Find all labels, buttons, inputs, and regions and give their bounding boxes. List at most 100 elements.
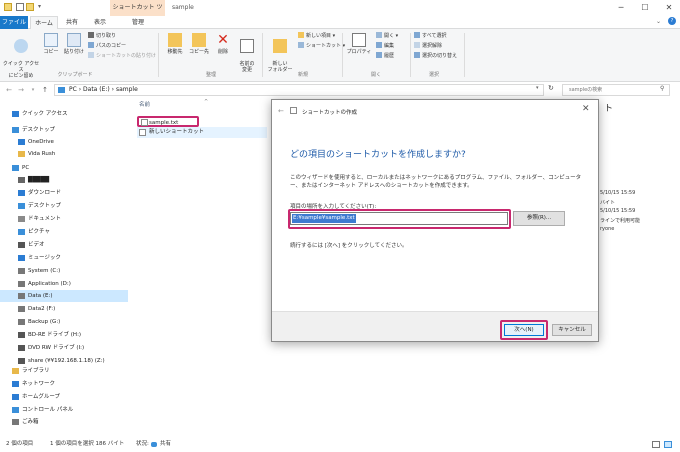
sidebar-item-label: ピクチャ — [28, 229, 50, 235]
paste-icon — [67, 33, 81, 47]
sidebar-item[interactable]: ミュージック — [0, 252, 128, 264]
search-input[interactable]: sampleの検索 — [562, 84, 670, 96]
open-button[interactable]: 開く ▾ — [376, 32, 398, 40]
sidebar-item[interactable]: Data2 (F:) — [0, 303, 128, 315]
recent-locations-button[interactable]: ▾ — [28, 84, 38, 96]
ribbon-expand-icon[interactable]: ⌄ — [656, 18, 661, 25]
new-folder-button[interactable]: 新しい フォルダー — [266, 33, 294, 73]
file-row-sample-txt[interactable]: sample.txt — [137, 116, 199, 127]
minimize-button[interactable]: ─ — [610, 0, 632, 16]
sidebar-item[interactable]: Vida Rush — [0, 148, 128, 160]
sidebar-item[interactable]: ピクチャ — [0, 226, 128, 238]
sidebar-item[interactable]: Application (D:) — [0, 278, 128, 290]
sidebar-item[interactable]: ドキュメント — [0, 213, 128, 225]
new-item-icon — [298, 32, 304, 38]
edit-icon — [376, 42, 382, 48]
download-icon — [18, 190, 25, 196]
details-view-icon[interactable] — [652, 441, 660, 448]
sidebar-item[interactable]: クイック アクセス — [0, 108, 128, 120]
new-folder-icon[interactable] — [26, 3, 34, 11]
sidebar-item[interactable]: BD-RE ドライブ (H:) — [0, 329, 128, 341]
column-header-name[interactable]: 名前 — [139, 100, 150, 108]
status-state-label: 状況: — [136, 441, 149, 447]
paste-shortcut-button[interactable]: ショートカットの貼り付け — [88, 52, 156, 60]
sidebar-item-label: デスクトップ — [28, 203, 62, 209]
dialog-close-button[interactable]: ✕ — [582, 104, 590, 114]
back-button[interactable]: ← — [4, 84, 14, 96]
sidebar-item[interactable]: DVD RW ドライブ (I:) — [0, 342, 128, 354]
sidebar-item-label: System (C:) — [28, 268, 61, 274]
sidebar-item[interactable]: Data (E:) — [0, 290, 128, 302]
sidebar-item-label: ネットワーク — [22, 381, 56, 387]
tab-home[interactable]: ホーム — [30, 16, 58, 29]
next-button[interactable]: 次へ(N) — [504, 324, 544, 336]
large-icons-view-icon[interactable] — [664, 441, 672, 448]
shortcut-button[interactable]: ショートカット ▾ — [298, 42, 345, 50]
sidebar-item[interactable]: █████ — [0, 174, 128, 186]
dialog-description: このウィザードを使用すると、ローカルまたはネットワークにあるプログラム、ファイル… — [290, 175, 582, 189]
sidebar-item[interactable]: ダウンロード — [0, 187, 128, 199]
back-arrow-icon[interactable]: ← — [278, 107, 284, 115]
search-icon: ⚲ — [660, 85, 665, 92]
sidebar-item[interactable]: Backup (G:) — [0, 316, 128, 328]
address-dropdown-icon[interactable]: ▾ — [536, 85, 539, 91]
paste-button[interactable]: 貼り付け — [62, 33, 86, 55]
window-title: sample — [172, 4, 194, 11]
sidebar-item[interactable]: System (C:) — [0, 265, 128, 277]
cut-button[interactable]: 切り取り — [88, 32, 116, 40]
address-bar[interactable]: PC › Data (E:) › sample — [54, 84, 544, 96]
location-input[interactable]: E:¥sample¥sample.txt — [290, 212, 508, 225]
help-icon[interactable]: ? — [668, 17, 676, 25]
select-none-button[interactable]: 選択解除 — [414, 42, 442, 50]
copy-path-icon — [88, 42, 94, 48]
move-to-button[interactable]: 移動先 — [164, 33, 186, 55]
sidebar-item[interactable]: ネットワーク — [0, 378, 128, 390]
chevron-down-icon[interactable]: ▾ — [38, 3, 41, 10]
details-availability: ラインで利用可能 — [600, 218, 641, 224]
desktop-icon — [18, 203, 25, 209]
up-button[interactable]: ↑ — [40, 84, 50, 96]
address-row: ← → ▾ ↑ PC › Data (E:) › sample ▾ ↻ samp… — [0, 82, 680, 98]
new-item-button[interactable]: 新しい項目 ▾ — [298, 32, 335, 40]
sidebar-item[interactable]: ホームグループ — [0, 391, 128, 403]
edit-button[interactable]: 編集 — [376, 42, 394, 50]
sidebar-item[interactable]: OneDrive — [0, 136, 128, 148]
document-icon — [18, 216, 25, 222]
cancel-button[interactable]: キャンセル — [552, 324, 592, 336]
control-panel-icon — [12, 407, 19, 413]
sidebar-item[interactable]: PC — [0, 162, 128, 174]
maximize-button[interactable]: ☐ — [634, 0, 656, 16]
rename-button[interactable]: 名前の 変更 — [236, 33, 258, 73]
tab-share[interactable]: 共有 — [60, 16, 84, 29]
sidebar-item[interactable]: ライブラリ — [0, 365, 128, 377]
status-selection: 1 個の項目を選択 186 バイト — [50, 441, 125, 447]
sidebar-item[interactable]: コントロール パネル — [0, 404, 128, 416]
shortcut-tools-tab[interactable]: ショートカット ツール — [110, 0, 165, 27]
star-icon — [12, 111, 19, 117]
sidebar-item[interactable]: ビデオ — [0, 239, 128, 251]
file-row-new-shortcut[interactable]: 新しいショートカット — [137, 127, 267, 138]
sidebar-item[interactable]: ごみ箱 — [0, 416, 128, 428]
copy-button[interactable]: コピー — [40, 33, 62, 55]
sidebar-item[interactable]: デスクトップ — [0, 124, 128, 136]
forward-button[interactable]: → — [16, 84, 26, 96]
copy-path-button[interactable]: パスのコピー — [88, 42, 126, 50]
copy-to-button[interactable]: コピー先 — [188, 33, 210, 55]
delete-button[interactable]: ✕ 削除 — [212, 33, 234, 55]
properties-button[interactable]: プロパティ — [346, 33, 372, 55]
invert-selection-button[interactable]: 選択の切り替え — [414, 52, 457, 60]
history-button[interactable]: 履歴 — [376, 52, 394, 60]
user-icon — [18, 151, 25, 157]
drive-icon — [18, 293, 25, 299]
browse-button[interactable]: 参照(R)... — [513, 211, 565, 226]
tab-manage[interactable]: 管理 — [118, 16, 158, 29]
select-all-button[interactable]: すべて選択 — [414, 32, 446, 40]
close-button[interactable]: ✕ — [658, 0, 680, 16]
sidebar-item[interactable]: デスクトップ — [0, 200, 128, 212]
tab-view[interactable]: 表示 — [88, 16, 112, 29]
refresh-icon[interactable]: ↻ — [548, 84, 554, 92]
properties-icon[interactable] — [16, 3, 24, 11]
tab-file[interactable]: ファイル — [0, 16, 28, 29]
pin-quick-access-button[interactable]: クイック アクセス にピン留め — [2, 33, 40, 79]
dialog-heading: どの項目のショートカットを作成しますか? — [290, 150, 466, 160]
